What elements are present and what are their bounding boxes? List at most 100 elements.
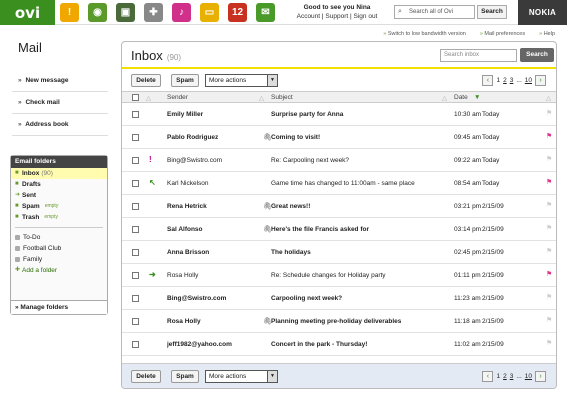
message-checkbox[interactable] — [132, 318, 139, 325]
sign-out-link[interactable]: Sign out — [354, 13, 378, 20]
ovi-search-input[interactable]: ⌕ Search all of Ovi — [394, 5, 475, 19]
message-row[interactable]: ! Bing@Swistro.com Re: Carpooling next wee… — [122, 149, 556, 172]
message-row[interactable]: Bing@Swistro.com Carpooling next week? 11:… — [122, 287, 556, 310]
flag-icon[interactable]: ⚑ — [546, 132, 552, 140]
folder-spam[interactable]: ■ Spam empty — [11, 201, 107, 212]
folder-custom[interactable]: Football Club — [11, 243, 107, 254]
message-subject[interactable]: Re: Carpooling next week? — [271, 157, 451, 164]
spam-button[interactable]: Spam — [171, 74, 199, 87]
message-subject[interactable]: Game time has changed to 11:00am - same … — [271, 180, 451, 187]
search-inbox-button[interactable]: Search — [520, 48, 554, 62]
message-subject[interactable]: Planning meeting pre-holiday deliverable… — [271, 318, 451, 325]
message-checkbox[interactable] — [132, 226, 139, 233]
page-link-3[interactable]: 3 — [510, 77, 514, 84]
message-checkbox[interactable] — [132, 180, 139, 187]
folder-sent[interactable]: ➜ Sent — [11, 190, 107, 201]
message-checkbox[interactable] — [132, 203, 139, 210]
flag-icon[interactable]: ⚑ — [546, 293, 552, 301]
message-subject[interactable]: Here's the file Francis asked for — [271, 226, 451, 233]
flag-icon[interactable]: ⚑ — [546, 155, 552, 163]
flag-icon[interactable]: ⚑ — [546, 109, 552, 117]
photos-icon[interactable]: ▣ — [116, 3, 135, 22]
message-checkbox[interactable] — [132, 272, 139, 279]
address-book-link[interactable]: » Address book — [12, 114, 108, 136]
globe-icon[interactable]: ◉ — [88, 3, 107, 22]
attach-sort-icon[interactable]: △ — [259, 94, 264, 102]
ovi-logo[interactable]: ovi — [0, 0, 55, 25]
message-checkbox[interactable] — [132, 111, 139, 118]
spam-button-bottom[interactable]: Spam — [171, 370, 199, 383]
message-row[interactable]: Sal Alfonso 🖇 Here's the file Francis aske… — [122, 218, 556, 241]
empty-folder-link[interactable]: empty — [45, 201, 59, 212]
search-inbox-input[interactable]: Search inbox — [440, 49, 517, 62]
message-subject[interactable]: Coming to visit! — [271, 134, 451, 141]
message-subject[interactable]: Surprise party for Anna — [271, 111, 451, 118]
games-icon[interactable]: ✚ — [144, 3, 163, 22]
flag-icon[interactable]: ⚑ — [546, 178, 552, 186]
more-actions-select[interactable]: More actions ▼ — [205, 74, 278, 87]
message-row[interactable]: Rosa Holly 🖇 Planning meeting pre-holiday … — [122, 310, 556, 333]
sender-column[interactable]: Sender — [167, 94, 188, 101]
mail-preferences-link[interactable]: » Mail preferences — [480, 31, 525, 37]
message-subject[interactable]: The holidays — [271, 249, 451, 256]
folder-custom[interactable]: Family — [11, 254, 107, 265]
message-row[interactable]: ↖ Karl Nickelson Game time has changed to … — [122, 172, 556, 195]
message-row[interactable]: ➜ Rosa Holly Re: Schedule changes for Holi… — [122, 264, 556, 287]
account-link[interactable]: Account — [297, 13, 321, 20]
page-link-10[interactable]: 10 — [525, 373, 532, 380]
next-page-icon[interactable]: › — [535, 75, 546, 86]
subject-sort-icon[interactable]: △ — [442, 94, 447, 102]
subject-column[interactable]: Subject — [271, 94, 293, 101]
message-subject[interactable]: Concert in the park - Thursday! — [271, 341, 451, 348]
manage-folders-link[interactable]: » Manage folders — [11, 300, 107, 314]
message-row[interactable]: jeff1982@yahoo.com Concert in the park - … — [122, 333, 556, 356]
message-subject[interactable]: Re: Schedule changes for Holiday party — [271, 272, 451, 279]
flag-icon[interactable]: ⚑ — [546, 224, 552, 232]
add-folder-link[interactable]: ✚ Add a folder — [11, 265, 107, 276]
message-checkbox[interactable] — [132, 249, 139, 256]
prev-page-icon[interactable]: ‹ — [482, 75, 494, 86]
message-row[interactable]: Anna Brisson The holidays 02:45 pm 2/15/09 ⚑ — [122, 241, 556, 264]
page-link-1[interactable]: 1 — [496, 373, 500, 380]
next-page-icon[interactable]: › — [535, 371, 546, 382]
flag-icon[interactable]: ⚑ — [546, 316, 552, 324]
delete-button[interactable]: Delete — [131, 74, 161, 87]
message-row[interactable]: Rena Hetrick 🖇 Great news!! 03:21 pm 2/15/09… — [122, 195, 556, 218]
date-column[interactable]: Date — [454, 94, 468, 101]
flag-icon[interactable]: ⚑ — [546, 247, 552, 255]
mail-icon[interactable]: ✉ — [256, 3, 275, 22]
page-link-1[interactable]: 1 — [496, 77, 500, 84]
message-checkbox[interactable] — [132, 157, 139, 164]
support-link[interactable]: Support — [325, 13, 348, 20]
flag-sort-icon[interactable]: △ — [546, 94, 551, 102]
check-mail-link[interactable]: » Check mail — [12, 92, 108, 114]
calendar-icon[interactable]: 12 — [228, 3, 247, 22]
prev-page-icon[interactable]: ‹ — [482, 371, 494, 382]
page-link-3[interactable]: 3 — [510, 373, 514, 380]
folder-drafts[interactable]: ■ Drafts — [11, 179, 107, 190]
music-icon[interactable]: ♪ — [172, 3, 191, 22]
page-link-2[interactable]: 2 — [503, 77, 507, 84]
folder-inbox[interactable]: ■ Inbox (90) — [11, 168, 107, 179]
page-link-10[interactable]: 10 — [525, 77, 532, 84]
folder-trash[interactable]: ■ Trash empty — [11, 212, 107, 223]
ovi-search-button[interactable]: Search — [477, 5, 507, 19]
empty-folder-link[interactable]: empty — [44, 212, 58, 223]
low-bandwidth-link[interactable]: » Switch to low bandwidth version — [383, 31, 466, 37]
flag-icon[interactable]: ⚑ — [546, 201, 552, 209]
message-checkbox[interactable] — [132, 295, 139, 302]
help-link[interactable]: » Help — [539, 31, 555, 37]
message-subject[interactable]: Great news!! — [271, 203, 451, 210]
tasks-icon[interactable]: ! — [60, 3, 79, 22]
message-checkbox[interactable] — [132, 341, 139, 348]
message-subject[interactable]: Carpooling next week? — [271, 295, 451, 302]
message-row[interactable]: Pablo Rodriguez 🖇 Coming to visit! 09:45 am… — [122, 126, 556, 149]
status-sort-icon[interactable]: △ — [146, 94, 151, 102]
files-icon[interactable]: ▭ — [200, 3, 219, 22]
message-checkbox[interactable] — [132, 134, 139, 141]
delete-button-bottom[interactable]: Delete — [131, 370, 161, 383]
select-all-checkbox[interactable] — [132, 94, 139, 101]
new-message-link[interactable]: » New message — [12, 70, 108, 92]
page-link-2[interactable]: 2 — [503, 373, 507, 380]
flag-icon[interactable]: ⚑ — [546, 270, 552, 278]
